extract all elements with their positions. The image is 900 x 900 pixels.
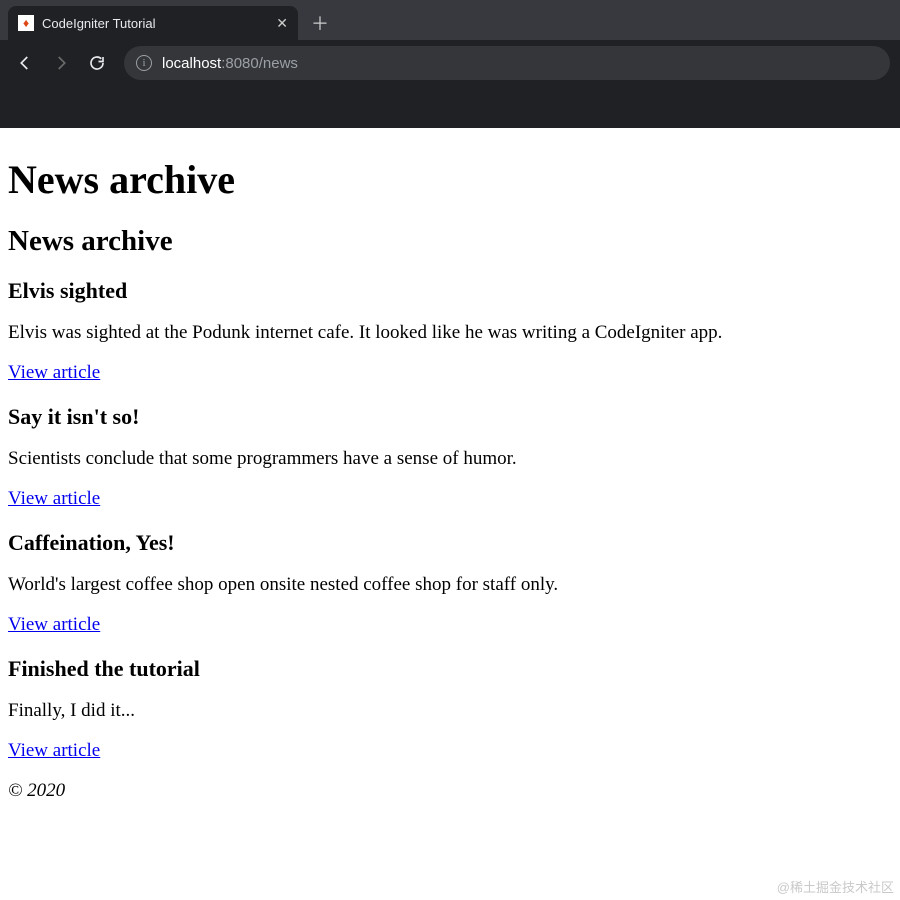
view-article-link[interactable]: View article <box>8 614 100 635</box>
watermark: @稀土掘金技术社区 <box>777 877 894 896</box>
back-button[interactable] <box>10 48 40 78</box>
info-icon[interactable]: i <box>136 55 152 71</box>
page-content: News archive News archive Elvis sighted … <box>0 128 900 828</box>
toolbar: i localhost:8080/news <box>0 40 900 86</box>
browser-chrome: ♦ CodeIgniter Tutorial ✕ ＋ i localhost:8… <box>0 0 900 128</box>
forward-button[interactable] <box>46 48 76 78</box>
article-title: Finished the tutorial <box>8 656 892 682</box>
address-bar[interactable]: i localhost:8080/news <box>124 46 890 80</box>
new-tab-button[interactable]: ＋ <box>306 9 334 37</box>
view-article-link[interactable]: View article <box>8 740 100 761</box>
section-heading: News archive <box>8 225 892 258</box>
article-body: Scientists conclude that some programmer… <box>8 448 892 470</box>
chrome-spacer <box>0 86 900 128</box>
article-title: Elvis sighted <box>8 278 892 304</box>
flame-icon: ♦ <box>18 15 34 31</box>
tab-bar: ♦ CodeIgniter Tutorial ✕ ＋ <box>0 0 900 40</box>
article-title: Say it isn't so! <box>8 404 892 430</box>
url-text: localhost:8080/news <box>162 55 298 72</box>
url-host: localhost <box>162 55 221 72</box>
tab-title: CodeIgniter Tutorial <box>42 16 268 31</box>
article-title: Caffeination, Yes! <box>8 530 892 556</box>
view-article-link[interactable]: View article <box>8 488 100 509</box>
article-body: World's largest coffee shop open onsite … <box>8 574 892 596</box>
url-port-path: :8080/news <box>221 55 298 72</box>
browser-tab[interactable]: ♦ CodeIgniter Tutorial ✕ <box>8 6 298 40</box>
close-icon[interactable]: ✕ <box>276 15 288 32</box>
article-body: Elvis was sighted at the Podunk internet… <box>8 322 892 344</box>
view-article-link[interactable]: View article <box>8 362 100 383</box>
page-title: News archive <box>8 156 892 203</box>
footer-copyright: © 2020 <box>8 780 892 802</box>
reload-button[interactable] <box>82 48 112 78</box>
article-body: Finally, I did it... <box>8 700 892 722</box>
